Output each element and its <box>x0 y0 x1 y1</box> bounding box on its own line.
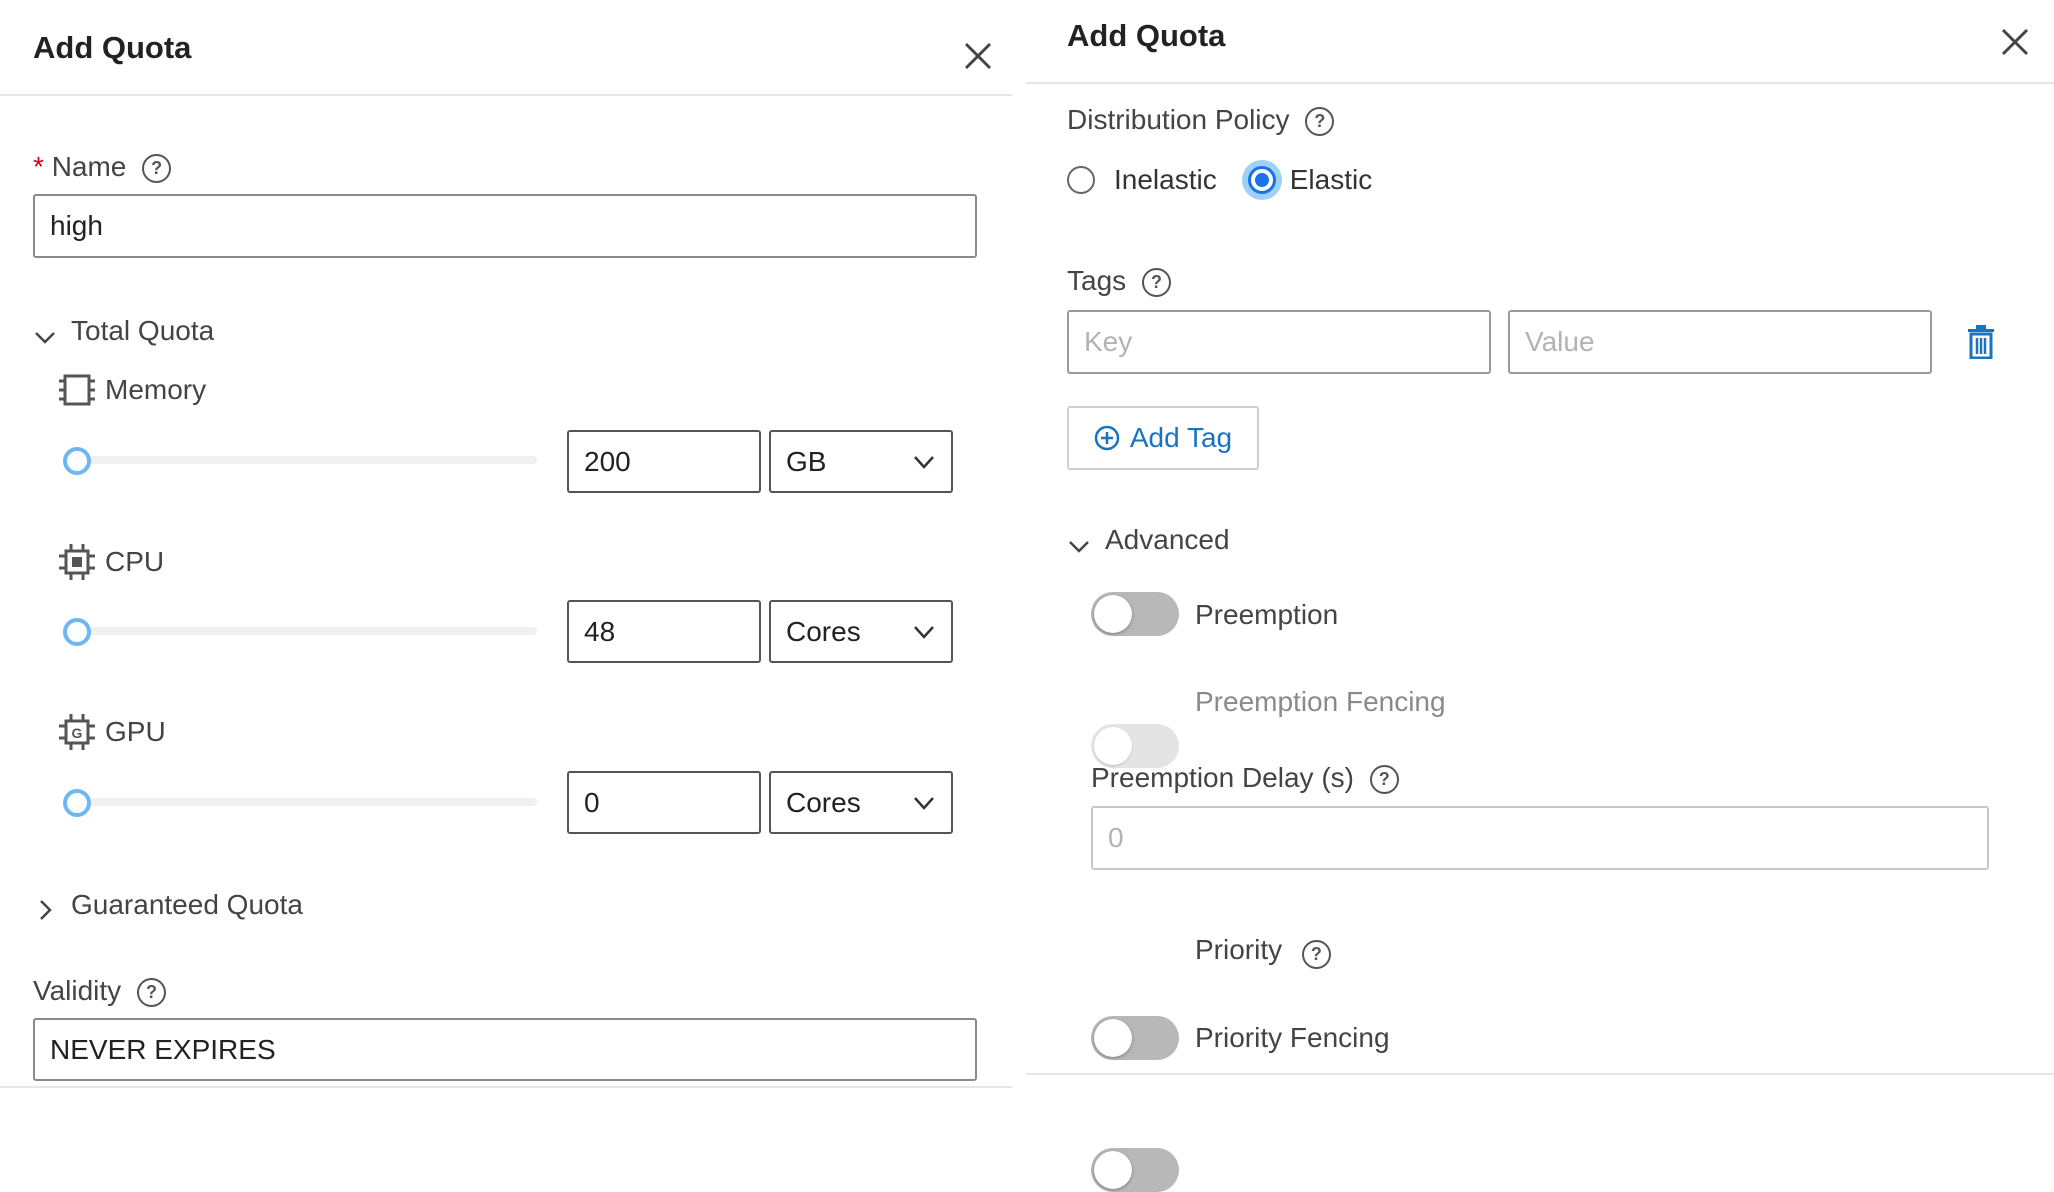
preemption-delay-label-text: Preemption Delay (s) <box>1091 762 1354 793</box>
memory-unit-select[interactable]: GB <box>769 430 953 493</box>
cpu-slider-thumb[interactable] <box>63 618 91 646</box>
priority-label-text: Priority <box>1195 934 1283 965</box>
total-quota-toggle[interactable]: Total Quota <box>33 313 214 349</box>
toggle-knob <box>1094 1019 1132 1057</box>
tags-label: Tags ? <box>1067 265 1171 298</box>
distribution-policy-text: Distribution Policy <box>1067 104 1290 135</box>
gpu-slider-thumb[interactable] <box>63 789 91 817</box>
help-icon[interactable]: ? <box>136 978 166 1008</box>
gpu-value: 0 <box>584 786 600 818</box>
svg-text:G: G <box>72 725 83 741</box>
help-icon[interactable]: ? <box>1369 765 1399 795</box>
cpu-unit-select[interactable]: Cores <box>769 600 953 663</box>
right-panel: Add Quota Distribution Policy ? Inelasti… <box>0 0 2054 1192</box>
gpu-value-input[interactable]: 0 <box>567 771 761 834</box>
validity-value: NEVER EXPIRES <box>50 1033 276 1065</box>
radio-inelastic[interactable] <box>1067 166 1095 194</box>
total-quota-label: Total Quota <box>71 315 215 346</box>
panel-title: Add Quota <box>33 30 192 65</box>
tag-value-input[interactable]: Value <box>1508 310 1932 374</box>
plus-circle-icon <box>1094 425 1120 451</box>
help-icon[interactable]: ? <box>142 154 172 184</box>
guaranteed-quota-label: Guaranteed Quota <box>71 889 303 920</box>
preemption-toggle[interactable] <box>1091 592 1179 636</box>
advanced-toggle[interactable]: Advanced <box>1067 522 1230 558</box>
validity-label: Validity ? <box>33 975 166 1008</box>
preemption-delay-input[interactable]: 0 <box>1091 806 1989 870</box>
priority-fencing-label: Priority Fencing <box>1195 1022 1390 1053</box>
cpu-header: CPU <box>59 544 164 580</box>
advanced-label: Advanced <box>1105 524 1230 555</box>
toggle-knob <box>1094 595 1132 633</box>
memory-icon <box>59 374 95 406</box>
gpu-header: G GPU <box>59 714 166 750</box>
memory-header: Memory <box>59 373 206 407</box>
chevron-down-icon <box>914 625 934 639</box>
priority-label: Priority ? <box>1195 934 1331 970</box>
inelastic-label: Inelastic <box>1114 164 1217 195</box>
help-icon[interactable]: ? <box>1141 268 1171 298</box>
memory-value-input[interactable]: 200 <box>567 430 761 493</box>
add-tag-label: Add Tag <box>1129 422 1233 453</box>
gpu-label: GPU <box>105 716 166 747</box>
add-tag-button[interactable]: Add Tag <box>1067 406 1259 470</box>
elastic-label: Elastic <box>1289 164 1373 195</box>
chevron-down-icon <box>914 455 934 469</box>
chevron-down-icon <box>914 796 934 810</box>
validity-label-text: Validity <box>33 975 122 1006</box>
cpu-label: CPU <box>105 546 165 577</box>
cpu-icon <box>59 544 95 580</box>
gpu-unit-select[interactable]: Cores <box>769 771 953 834</box>
preemption-delay-label: Preemption Delay (s) ? <box>1091 762 1399 795</box>
memory-slider-thumb[interactable] <box>63 447 91 475</box>
memory-slider-track[interactable] <box>65 456 537 464</box>
radio-elastic[interactable] <box>1247 166 1276 194</box>
name-input[interactable]: high <box>33 194 977 258</box>
preemption-fencing-label: Preemption Fencing <box>1195 686 1446 717</box>
toggle-knob <box>1094 1151 1132 1189</box>
priority-fencing-toggle[interactable] <box>1091 1148 1179 1192</box>
header-divider <box>1026 82 2054 84</box>
cpu-value-input[interactable]: 48 <box>567 600 761 663</box>
guaranteed-quota-toggle[interactable]: Guaranteed Quota <box>33 888 303 922</box>
trash-icon[interactable] <box>1966 325 1996 359</box>
cpu-value: 48 <box>584 615 616 647</box>
radio-selected-dot <box>1254 173 1269 187</box>
name-input-value: high <box>50 210 103 241</box>
memory-unit: GB <box>786 445 827 477</box>
distribution-policy-label: Distribution Policy ? <box>1067 104 1335 137</box>
tags-label-text: Tags <box>1067 265 1127 296</box>
close-icon[interactable] <box>1995 22 2035 62</box>
chevron-right-icon <box>40 900 52 920</box>
help-icon[interactable]: ? <box>1301 940 1331 970</box>
gpu-unit: Cores <box>786 786 861 818</box>
cpu-slider-track[interactable] <box>65 627 537 635</box>
memory-label: Memory <box>105 374 207 405</box>
distribution-policy-radio-group: Inelastic Elastic <box>1067 164 1372 196</box>
tag-key-input[interactable]: Key <box>1067 310 1491 374</box>
gpu-icon: G <box>59 714 95 750</box>
validity-input[interactable]: NEVER EXPIRES <box>33 1018 977 1081</box>
chevron-down-icon <box>1069 541 1089 553</box>
header-divider <box>0 94 1012 96</box>
panel-title: Add Quota <box>1067 18 1226 53</box>
toggle-knob <box>1094 727 1132 765</box>
priority-toggle[interactable] <box>1091 1016 1179 1060</box>
help-icon[interactable]: ? <box>1305 107 1335 137</box>
footer-divider <box>1026 1073 2054 1075</box>
gpu-slider-track[interactable] <box>65 798 537 806</box>
name-label: * Name ? <box>33 151 172 184</box>
required-mark: * <box>33 151 44 182</box>
memory-value: 200 <box>584 445 631 477</box>
cpu-unit: Cores <box>786 615 861 647</box>
chevron-down-icon <box>35 332 55 344</box>
close-icon[interactable] <box>958 36 998 76</box>
preemption-label: Preemption <box>1195 599 1339 630</box>
name-label-text: Name <box>51 151 127 182</box>
